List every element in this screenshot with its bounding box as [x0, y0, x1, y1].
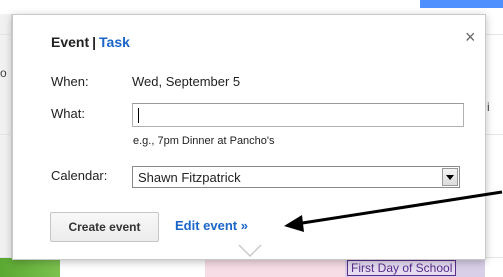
annotation-arrow: [284, 190, 503, 232]
arrow-head-icon: [284, 215, 304, 232]
arrow-shaft: [295, 190, 503, 226]
